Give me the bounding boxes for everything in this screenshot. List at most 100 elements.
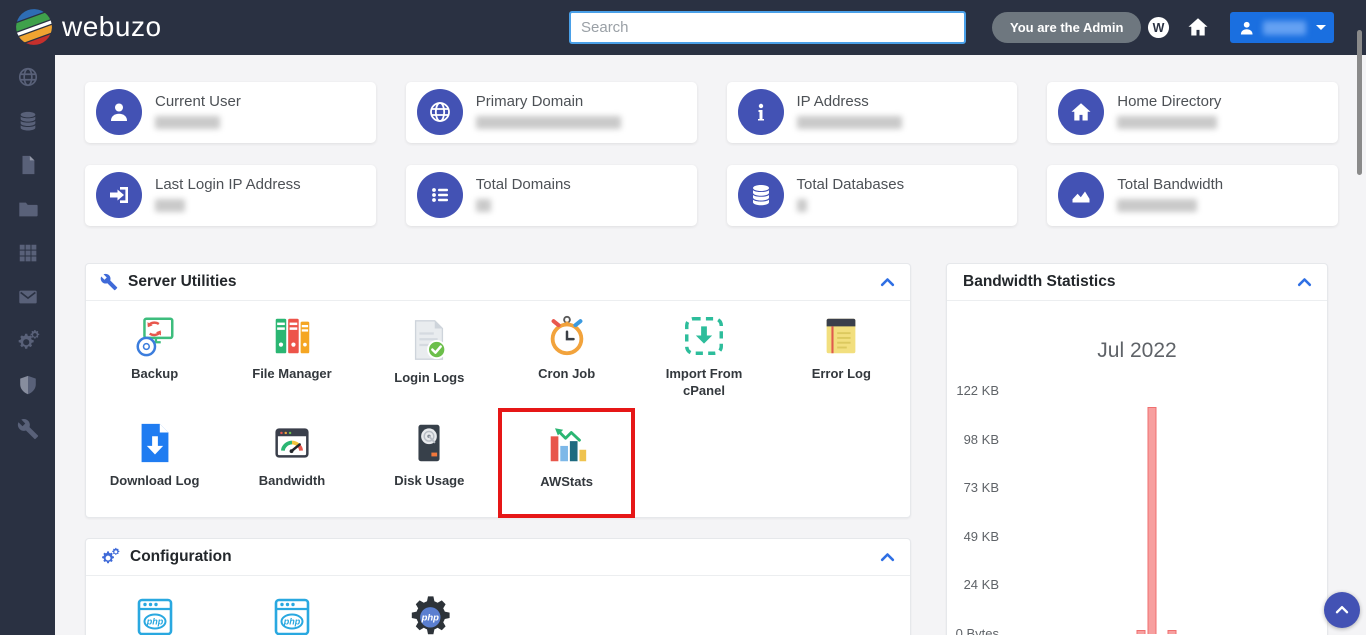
search-input[interactable] — [569, 11, 966, 44]
utility-item-disk-usage[interactable]: Disk Usage — [361, 408, 498, 518]
utility-item-label: Cron Job — [538, 366, 595, 383]
utility-item-label: Disk Usage — [394, 473, 464, 490]
utility-item-cron-job[interactable]: Cron Job — [498, 301, 635, 408]
configuration-item-php-2[interactable]: php — [223, 592, 360, 635]
panel-title: Server Utilities — [128, 273, 879, 291]
user-menu-button[interactable] — [1230, 12, 1334, 43]
sidebar — [0, 55, 55, 635]
utility-item-label: Import From cPanel — [654, 366, 754, 400]
utility-item-label: Login Logs — [394, 370, 464, 387]
disk-usage-icon — [406, 420, 452, 466]
home-icon[interactable] — [1186, 15, 1210, 39]
y-axis-tick-label: 24 KB — [947, 577, 999, 593]
wrench-icon — [17, 418, 39, 440]
stat-card-total-domains: Total Domains — [406, 165, 697, 226]
utility-item-awstats[interactable]: AWStats — [498, 408, 635, 518]
stat-card-value-redacted — [1117, 199, 1197, 212]
home-icon — [1058, 89, 1104, 135]
sidebar-item-security[interactable] — [0, 363, 55, 407]
y-axis-tick-label: 0 Bytes — [947, 626, 999, 635]
panel-title: Configuration — [130, 548, 879, 566]
bandwidth-chart: Jul 2022 122 KB98 KB73 KB49 KB24 KB0 Byt… — [947, 301, 1327, 635]
svg-text:W: W — [1153, 21, 1165, 35]
y-axis-tick-label: 122 KB — [947, 383, 999, 399]
sidebar-item-settings[interactable] — [0, 319, 55, 363]
database-icon — [738, 172, 784, 218]
utility-item-backup[interactable]: Backup — [86, 301, 223, 408]
sidebar-item-databases[interactable] — [0, 99, 55, 143]
sidebar-item-email[interactable] — [0, 275, 55, 319]
utility-item-label: Backup — [131, 366, 178, 383]
sidebar-item-domains[interactable] — [0, 55, 55, 99]
sidebar-item-utilities[interactable] — [0, 407, 55, 451]
stat-card-value-redacted — [797, 199, 807, 212]
info-icon — [738, 89, 784, 135]
awstats-icon — [544, 421, 590, 467]
chevron-up-icon[interactable] — [879, 549, 896, 566]
stat-card-title: Last Login IP Address — [155, 176, 301, 193]
chart-bar — [1167, 630, 1176, 634]
vertical-scrollbar-thumb[interactable] — [1357, 30, 1362, 175]
utility-item-bandwidth[interactable]: Bandwidth — [223, 408, 360, 518]
svg-text:php: php — [145, 617, 163, 627]
globe-icon — [417, 89, 463, 135]
backup-icon — [132, 313, 178, 359]
utility-item-download-log[interactable]: Download Log — [86, 408, 223, 518]
stat-card-current-user: Current User — [85, 82, 376, 143]
utility-item-label: File Manager — [252, 366, 331, 383]
utilities-grid: Backup File Manager Login Logs — [86, 301, 910, 518]
utility-item-label: Error Log — [812, 366, 871, 383]
utility-item-file-manager[interactable]: File Manager — [223, 301, 360, 408]
y-axis-tick-label: 49 KB — [947, 529, 999, 545]
folder-icon — [17, 198, 39, 220]
utility-item-label: AWStats — [540, 474, 593, 491]
chart-title: Jul 2022 — [947, 339, 1327, 363]
svg-text:php: php — [283, 617, 301, 627]
stat-card-ip-address: IP Address — [727, 82, 1018, 143]
utility-item-label: Download Log — [110, 473, 200, 490]
stat-card-value-redacted — [476, 116, 621, 129]
stat-card-value-redacted — [155, 116, 220, 129]
file-manager-icon — [269, 313, 315, 359]
utility-item-login-logs[interactable]: Login Logs — [361, 301, 498, 408]
chevron-up-icon[interactable] — [1296, 274, 1313, 291]
stat-card-primary-domain: Primary Domain — [406, 82, 697, 143]
wrench-icon — [100, 273, 118, 291]
mail-icon — [17, 286, 39, 308]
wordpress-icon[interactable]: W — [1147, 16, 1170, 39]
chart-bar — [1137, 630, 1146, 634]
file-icon — [17, 154, 39, 176]
configuration-item-php-extensions[interactable]: php — [361, 592, 498, 635]
stat-card-home-directory: Home Directory — [1047, 82, 1338, 143]
webuzo-logo[interactable]: webuzo — [14, 7, 162, 47]
chart-bar — [1147, 407, 1156, 634]
error-log-icon — [818, 313, 864, 359]
scroll-to-top-button[interactable] — [1324, 592, 1360, 628]
configuration-header: Configuration — [86, 539, 910, 576]
chevron-up-icon[interactable] — [879, 274, 896, 291]
user-icon — [1238, 19, 1255, 37]
configuration-item-php[interactable]: php — [86, 592, 223, 635]
sidebar-item-folders[interactable] — [0, 187, 55, 231]
stat-card-total-bandwidth: Total Bandwidth — [1047, 165, 1338, 226]
chevron-up-icon — [1334, 602, 1350, 618]
caret-down-icon — [1316, 25, 1326, 30]
stat-card-total-databases: Total Databases — [727, 165, 1018, 226]
stat-card-title: Total Bandwidth — [1117, 176, 1223, 193]
utility-item-import-from-cpanel[interactable]: Import From cPanel — [635, 301, 772, 408]
utility-item-error-log[interactable]: Error Log — [773, 301, 910, 408]
sidebar-item-files[interactable] — [0, 143, 55, 187]
gears-icon — [100, 547, 120, 567]
stat-card-title: Home Directory — [1117, 93, 1221, 110]
list-icon — [417, 172, 463, 218]
sidebar-item-apps[interactable] — [0, 231, 55, 275]
stat-card-title: Total Databases — [797, 176, 905, 193]
admin-badge[interactable]: You are the Admin — [992, 12, 1141, 43]
download-log-icon — [132, 420, 178, 466]
stat-card-title: Total Domains — [476, 176, 571, 193]
shield-icon — [17, 374, 39, 396]
logo-text: webuzo — [62, 11, 162, 43]
stat-cards: Current User Primary Domain IP Address H… — [85, 82, 1338, 226]
gears-icon — [16, 329, 40, 353]
apps-grid-icon — [17, 242, 39, 264]
